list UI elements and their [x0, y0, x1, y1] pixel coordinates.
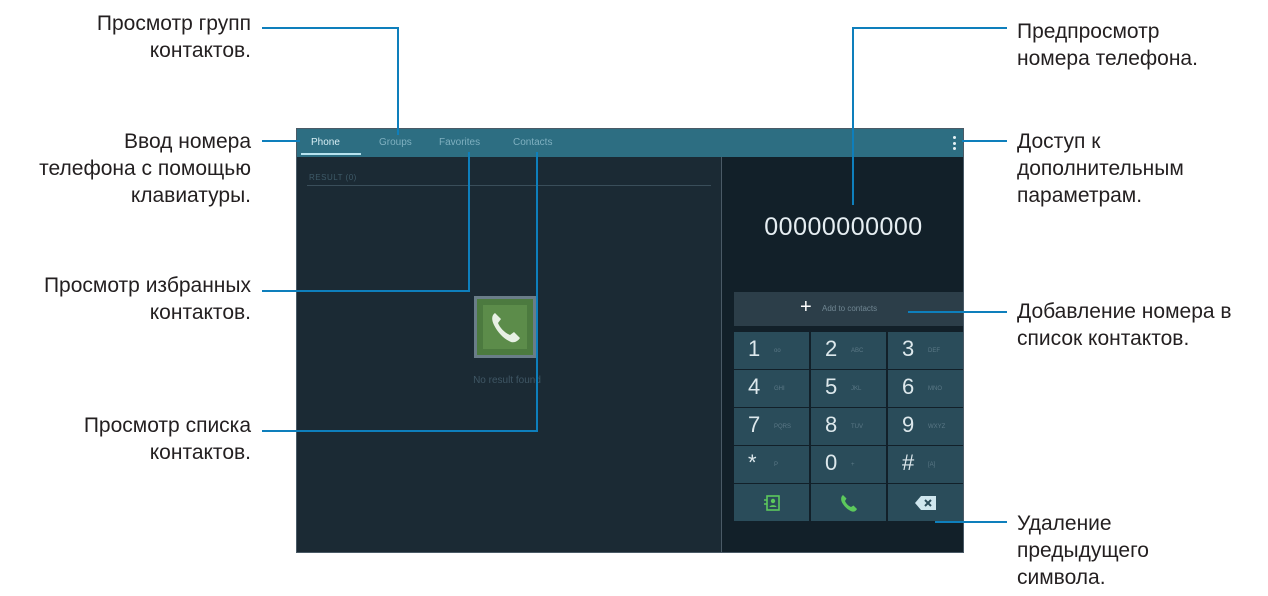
key-star[interactable]: * P — [734, 446, 809, 483]
dial-keypad: 1 oo 2 ABC 3 DEF 4 GHI 5 JKL 6 MNO 7 PQRS 8 TUV … — [734, 332, 963, 521]
key-9[interactable]: 9 WXYZ — [888, 408, 963, 445]
phone-number-preview: 00000000000 — [764, 213, 923, 241]
dialer-pane: 00000000000 + Add to contacts 1 oo 2 ABC 3… — [722, 157, 963, 552]
call-button[interactable] — [811, 484, 886, 521]
more-options-icon[interactable] — [949, 136, 959, 150]
backspace-icon — [914, 495, 936, 510]
key-8[interactable]: 8 TUV — [811, 408, 886, 445]
call-icon — [840, 494, 857, 512]
tab-contacts[interactable]: Contacts — [513, 137, 552, 148]
leader-preview-v — [852, 27, 854, 205]
callout-preview: Предпросмотр номера телефона. — [1017, 20, 1198, 70]
leader-preview-h — [852, 27, 1007, 29]
tab-groups[interactable]: Groups — [379, 137, 412, 148]
leader-keypad-h — [262, 140, 300, 142]
search-results-pane: RESULT (0) No result found — [297, 157, 721, 552]
leader-groups-h — [262, 27, 399, 29]
leader-add-number-h — [908, 311, 1007, 313]
key-hash[interactable]: # [A] — [888, 446, 963, 483]
callout-options: Доступ к дополнительным параметрам. — [1017, 130, 1184, 207]
callout-keypad: Ввод номера телефона с помощью клавиатур… — [39, 130, 251, 207]
add-to-contacts-label: Add to contacts — [822, 304, 878, 313]
leader-favorites-v — [468, 152, 470, 292]
leader-contacts-v — [536, 152, 538, 432]
results-divider — [307, 185, 711, 186]
key-1[interactable]: 1 oo — [734, 332, 809, 369]
callout-favorites: Просмотр избранных контактов. — [43, 274, 251, 324]
leader-favorites-h — [262, 290, 470, 292]
add-contact-icon — [763, 494, 780, 511]
tab-phone[interactable]: Phone — [311, 137, 340, 148]
add-to-contacts-button[interactable]: + Add to contacts — [734, 292, 963, 326]
callout-delete: Удаление предыдущего символа. — [1017, 512, 1149, 589]
empty-result-text: No result found — [473, 375, 541, 386]
callout-add-number: Добавление номера в список контактов. — [1017, 300, 1232, 350]
results-header: RESULT (0) — [309, 173, 357, 182]
key-6[interactable]: 6 MNO — [888, 370, 963, 407]
key-5[interactable]: 5 JKL — [811, 370, 886, 407]
callout-groups: Просмотр групп контактов. — [96, 12, 251, 62]
tab-favorites[interactable]: Favorites — [439, 137, 480, 148]
active-tab-indicator — [301, 153, 361, 155]
key-2[interactable]: 2 ABC — [811, 332, 886, 369]
leader-contacts-h — [262, 430, 538, 432]
leader-groups-v — [397, 27, 399, 135]
empty-phone-icon — [474, 296, 536, 358]
leader-delete-h — [935, 521, 1007, 523]
backspace-button[interactable] — [888, 484, 963, 521]
phone-app-screen: Phone Groups Favorites Contacts RESULT (… — [296, 128, 964, 553]
contacts-button[interactable] — [734, 484, 809, 521]
key-7[interactable]: 7 PQRS — [734, 408, 809, 445]
key-3[interactable]: 3 DEF — [888, 332, 963, 369]
plus-icon: + — [800, 296, 812, 318]
key-4[interactable]: 4 GHI — [734, 370, 809, 407]
callout-contacts: Просмотр списка контактов. — [83, 414, 251, 464]
leader-options-h — [962, 140, 1007, 142]
key-0[interactable]: 0 + — [811, 446, 886, 483]
